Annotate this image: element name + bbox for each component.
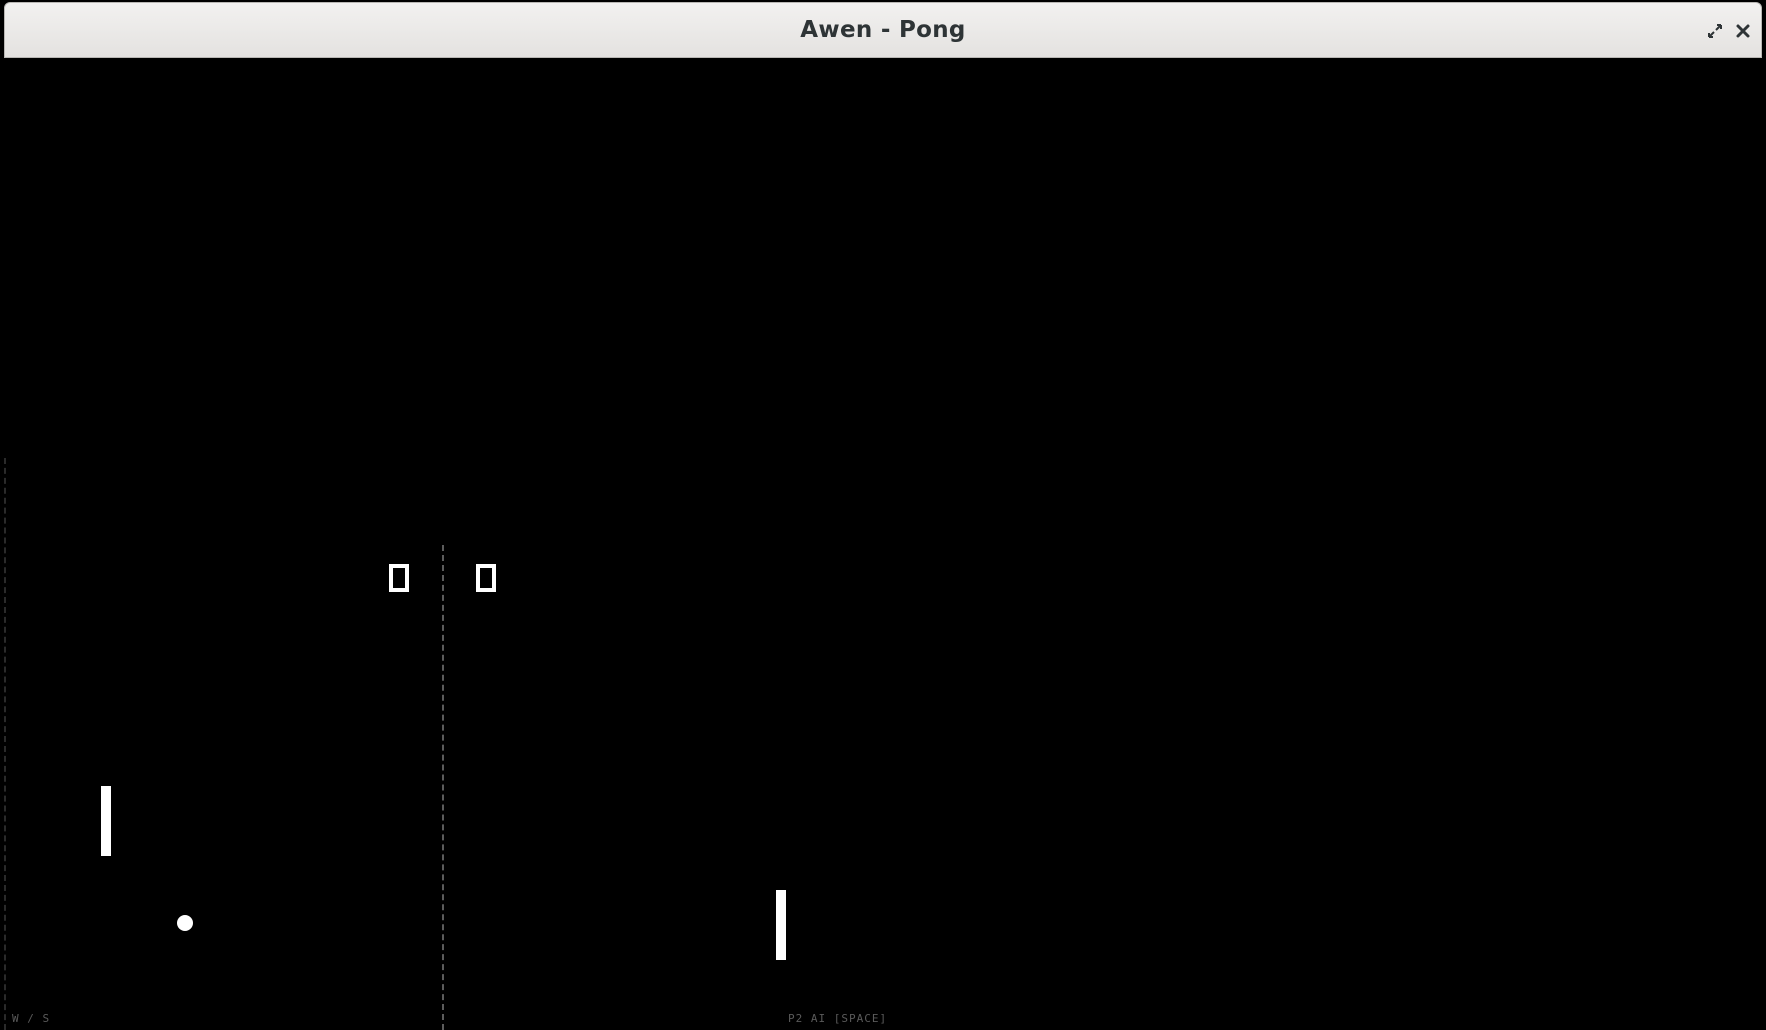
game-canvas[interactable]: 0 0 W / S P2 AI [SPACE] (4, 58, 1766, 1030)
player1-score: 0 (389, 564, 409, 592)
restore-icon (1708, 24, 1722, 38)
title-bar[interactable]: Awen - Pong (4, 2, 1762, 58)
player1-controls-hint: W / S (12, 1012, 51, 1025)
window-title: Awen - Pong (800, 17, 966, 43)
close-icon (1736, 24, 1750, 38)
ball (177, 915, 193, 931)
close-button[interactable] (1731, 19, 1755, 43)
left-boundary (4, 458, 6, 1030)
player2-controls-hint: P2 AI [SPACE] (788, 1012, 888, 1025)
player2-score: 0 (476, 564, 496, 592)
left-paddle (101, 786, 111, 856)
right-paddle (776, 890, 786, 960)
game-window: Awen - Pong 0 0 W / S P2 AI [SPACE] (0, 0, 1766, 1030)
center-net (442, 545, 444, 1030)
restore-button[interactable] (1703, 19, 1727, 43)
